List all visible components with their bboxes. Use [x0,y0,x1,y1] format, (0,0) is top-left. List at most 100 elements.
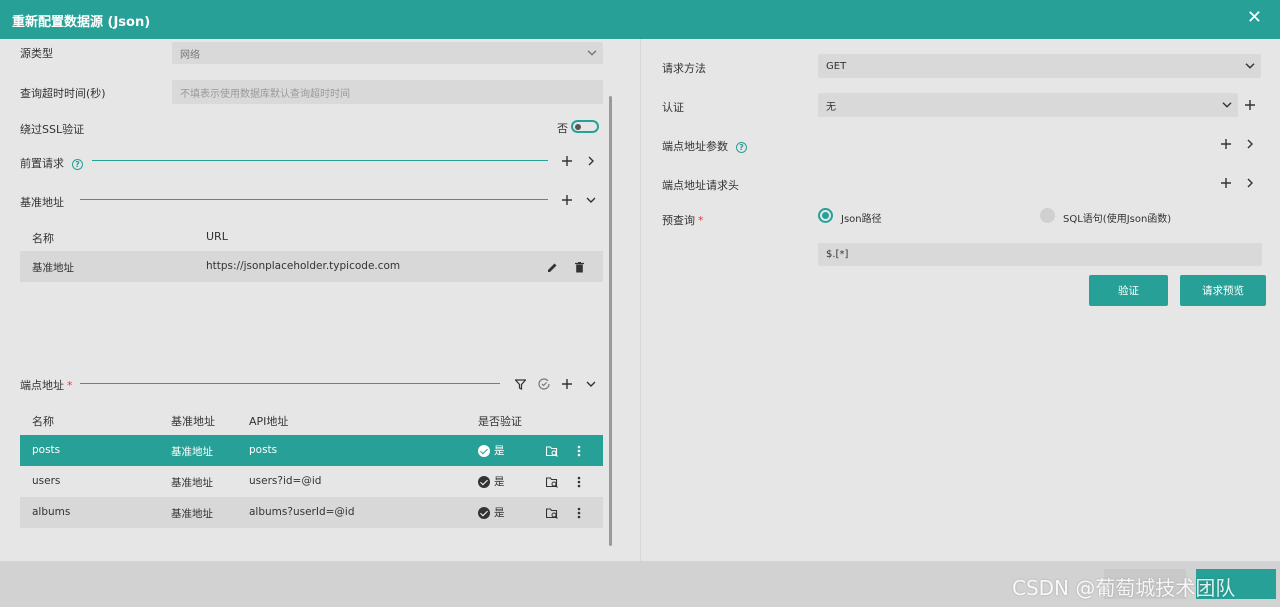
filter-icon[interactable] [512,376,528,392]
timeout-input[interactable]: 不填表示使用数据库默认查询超时时间 [172,80,603,104]
preview-icon[interactable] [544,443,560,459]
chevron-right-icon[interactable] [1242,136,1258,152]
add-icon[interactable] [1242,97,1258,113]
cell-api: posts [249,444,278,456]
table-row[interactable]: users 基准地址 users?id=@id 是 [20,466,603,497]
help-icon[interactable]: ? [736,141,747,153]
chevron-down-icon [587,50,597,56]
more-icon[interactable] [571,474,587,490]
auth-value: 无 [826,101,836,113]
required-mark: * [698,214,704,227]
verify-all-icon[interactable] [536,376,552,392]
method-select[interactable]: GET [818,54,1261,78]
request-preview-button[interactable]: 请求预览 [1180,275,1266,306]
prequery-label: 预查询 [662,214,695,227]
column-header-api: API地址 [249,415,289,428]
check-circle-icon [478,445,490,457]
check-circle-icon [478,507,490,519]
endpoints-header: 端点地址 * [20,377,73,393]
source-type-select[interactable]: 网络 [172,42,603,64]
radio-sql-label: SQL语句(使用Json函数) [1063,214,1172,225]
watermark: CSDN @葡萄城技术团队 [1012,576,1236,600]
prequery-input[interactable]: $.[*] [818,243,1262,266]
more-icon[interactable] [571,505,587,521]
cell-base: 基准地址 [171,508,213,520]
preview-icon[interactable] [544,474,560,490]
chevron-down-icon [1245,63,1255,69]
table-row[interactable]: 基准地址 https://jsonplaceholder.typicode.co… [20,251,603,282]
edit-icon[interactable] [544,259,560,275]
preview-icon[interactable] [544,505,560,521]
chevron-right-icon[interactable] [583,153,599,169]
table-row[interactable]: posts 基准地址 posts 是 [20,435,603,466]
timeout-label: 查询超时时间(秒) [20,87,106,100]
scrollbar[interactable] [609,96,612,546]
method-label: 请求方法 [662,62,706,75]
auth-select[interactable]: 无 [818,93,1238,117]
chevron-right-icon[interactable] [1242,175,1258,191]
cell-url: https://jsonplaceholder.typicode.com [206,260,401,272]
radio-json-path-label: Json路径 [841,214,882,225]
help-icon[interactable]: ? [72,158,83,170]
cell-name: 基准地址 [32,262,74,274]
add-icon[interactable] [559,376,575,392]
ssl-toggle[interactable] [571,120,599,133]
cell-base: 基准地址 [171,446,213,458]
check-circle-icon [478,476,490,488]
cell-base: 基准地址 [171,477,213,489]
section-divider [80,383,500,384]
endpoints-label: 端点地址 [20,379,64,392]
add-icon[interactable] [1218,136,1234,152]
close-icon[interactable]: ✕ [1247,9,1262,27]
add-icon[interactable] [559,153,575,169]
toggle-knob [575,123,581,130]
column-header-base: 基准地址 [171,415,215,428]
cell-verified: 是 [478,443,505,458]
pre-request-label: 前置请求 [20,157,64,170]
verified-text: 是 [494,507,505,519]
cell-name: posts [32,444,61,456]
source-type-label: 源类型 [20,47,53,60]
chevron-down-icon[interactable] [583,192,599,208]
table-row[interactable]: albums 基准地址 albums?userId=@id 是 [20,497,603,528]
source-type-value: 网络 [180,49,200,61]
cell-name: users [32,475,61,487]
section-divider [80,199,548,200]
delete-icon[interactable] [571,259,587,275]
prequery-header: 预查询 * [662,212,704,228]
cell-verified: 是 [478,505,505,520]
chevron-down-icon [1222,102,1232,108]
cell-api: users?id=@id [249,475,322,487]
dialog-title: 重新配置数据源 (Json) [12,15,151,30]
auth-label: 认证 [662,101,684,114]
left-panel: 源类型 网络 查询超时时间(秒) 不填表示使用数据库默认查询超时时间 绕过SSL… [0,39,640,561]
cell-api: albums?userId=@id [249,506,355,518]
cell-name: albums [32,506,71,518]
section-divider [92,160,548,161]
verify-button[interactable]: 验证 [1089,275,1168,306]
add-icon[interactable] [559,192,575,208]
add-icon[interactable] [1218,175,1234,191]
column-header-name: 名称 [32,232,54,245]
radio-sql[interactable] [1040,208,1055,223]
chevron-down-icon[interactable] [583,376,599,392]
method-value: GET [826,60,847,72]
more-icon[interactable] [571,443,587,459]
right-panel: 请求方法 GET 认证 无 端点地址参数? 端点地址请求头 预查询 * Json路… [640,39,1280,561]
headers-label: 端点地址请求头 [662,179,739,192]
cell-verified: 是 [478,474,505,489]
dialog-titlebar: 重新配置数据源 (Json) ✕ [0,0,1280,39]
ssl-state-text: 否 [557,122,568,135]
verified-text: 是 [494,445,505,457]
column-header-verified: 是否验证 [478,415,522,428]
pre-request-header: 前置请求? [20,155,83,171]
column-header-name: 名称 [32,415,54,428]
verified-text: 是 [494,476,505,488]
ssl-label: 绕过SSL验证 [20,123,85,136]
params-header: 端点地址参数? [662,138,747,154]
params-label: 端点地址参数 [662,140,728,153]
required-mark: * [67,379,73,392]
radio-json-path[interactable] [818,208,833,223]
column-header-url: URL [206,230,228,243]
base-url-label: 基准地址 [20,196,64,209]
